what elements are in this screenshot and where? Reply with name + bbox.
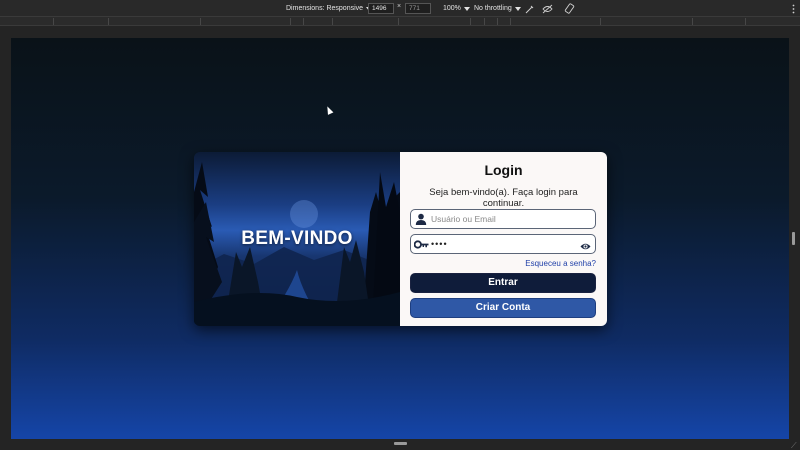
password-input[interactable]: •••• (431, 239, 571, 249)
device-posture-icon[interactable] (541, 2, 554, 15)
forgot-password-link[interactable]: Esqueceu a senha? (410, 259, 596, 269)
dimensions-dropdown[interactable]: Dimensions: Responsive (286, 0, 373, 17)
throttling-dropdown[interactable]: No throttling (474, 0, 521, 17)
resize-handle-right[interactable] (792, 232, 795, 245)
login-card: BEM-VINDO Login Seja bem-vindo(a). Faça … (194, 152, 607, 326)
user-icon (411, 210, 431, 228)
enter-button[interactable]: Entrar (410, 273, 596, 293)
times-sign: × (397, 3, 402, 10)
throttling-label: No throttling (474, 5, 512, 12)
username-input[interactable] (431, 211, 571, 227)
resize-handle-bottom[interactable] (394, 442, 407, 445)
device-toolbar: Dimensions: Responsive 1496 × 771 100% N… (0, 0, 800, 17)
zoom-dropdown[interactable]: 100% (443, 0, 470, 17)
login-subtitle: Seja bem-vindo(a). Faça login para conti… (429, 187, 578, 209)
username-field[interactable] (410, 209, 596, 229)
chevron-down-icon (463, 6, 470, 11)
rotate-icon[interactable] (563, 2, 576, 15)
login-title: Login (484, 162, 523, 178)
eye-icon[interactable] (580, 239, 591, 250)
create-account-button[interactable]: Criar Conta (410, 298, 596, 318)
login-form: Login Seja bem-vindo(a). Faça login para… (400, 152, 607, 326)
more-options-icon[interactable] (787, 2, 800, 15)
page-viewport: BEM-VINDO Login Seja bem-vindo(a). Faça … (11, 38, 789, 439)
height-input[interactable]: 771 (405, 3, 431, 14)
password-field[interactable]: •••• (410, 234, 596, 254)
welcome-heading: BEM-VINDO (241, 228, 353, 249)
no-touch-icon[interactable] (523, 2, 536, 15)
width-input[interactable]: 1496 (368, 3, 394, 14)
chevron-down-icon (514, 6, 521, 11)
resize-corner-icon[interactable]: ⟋ (791, 441, 797, 450)
forest-night-image: BEM-VINDO (194, 152, 400, 326)
zoom-label: 100% (443, 5, 461, 12)
dimensions-label: Dimensions: Responsive (286, 5, 364, 12)
key-icon (411, 235, 431, 253)
media-query-bar[interactable] (0, 17, 800, 26)
